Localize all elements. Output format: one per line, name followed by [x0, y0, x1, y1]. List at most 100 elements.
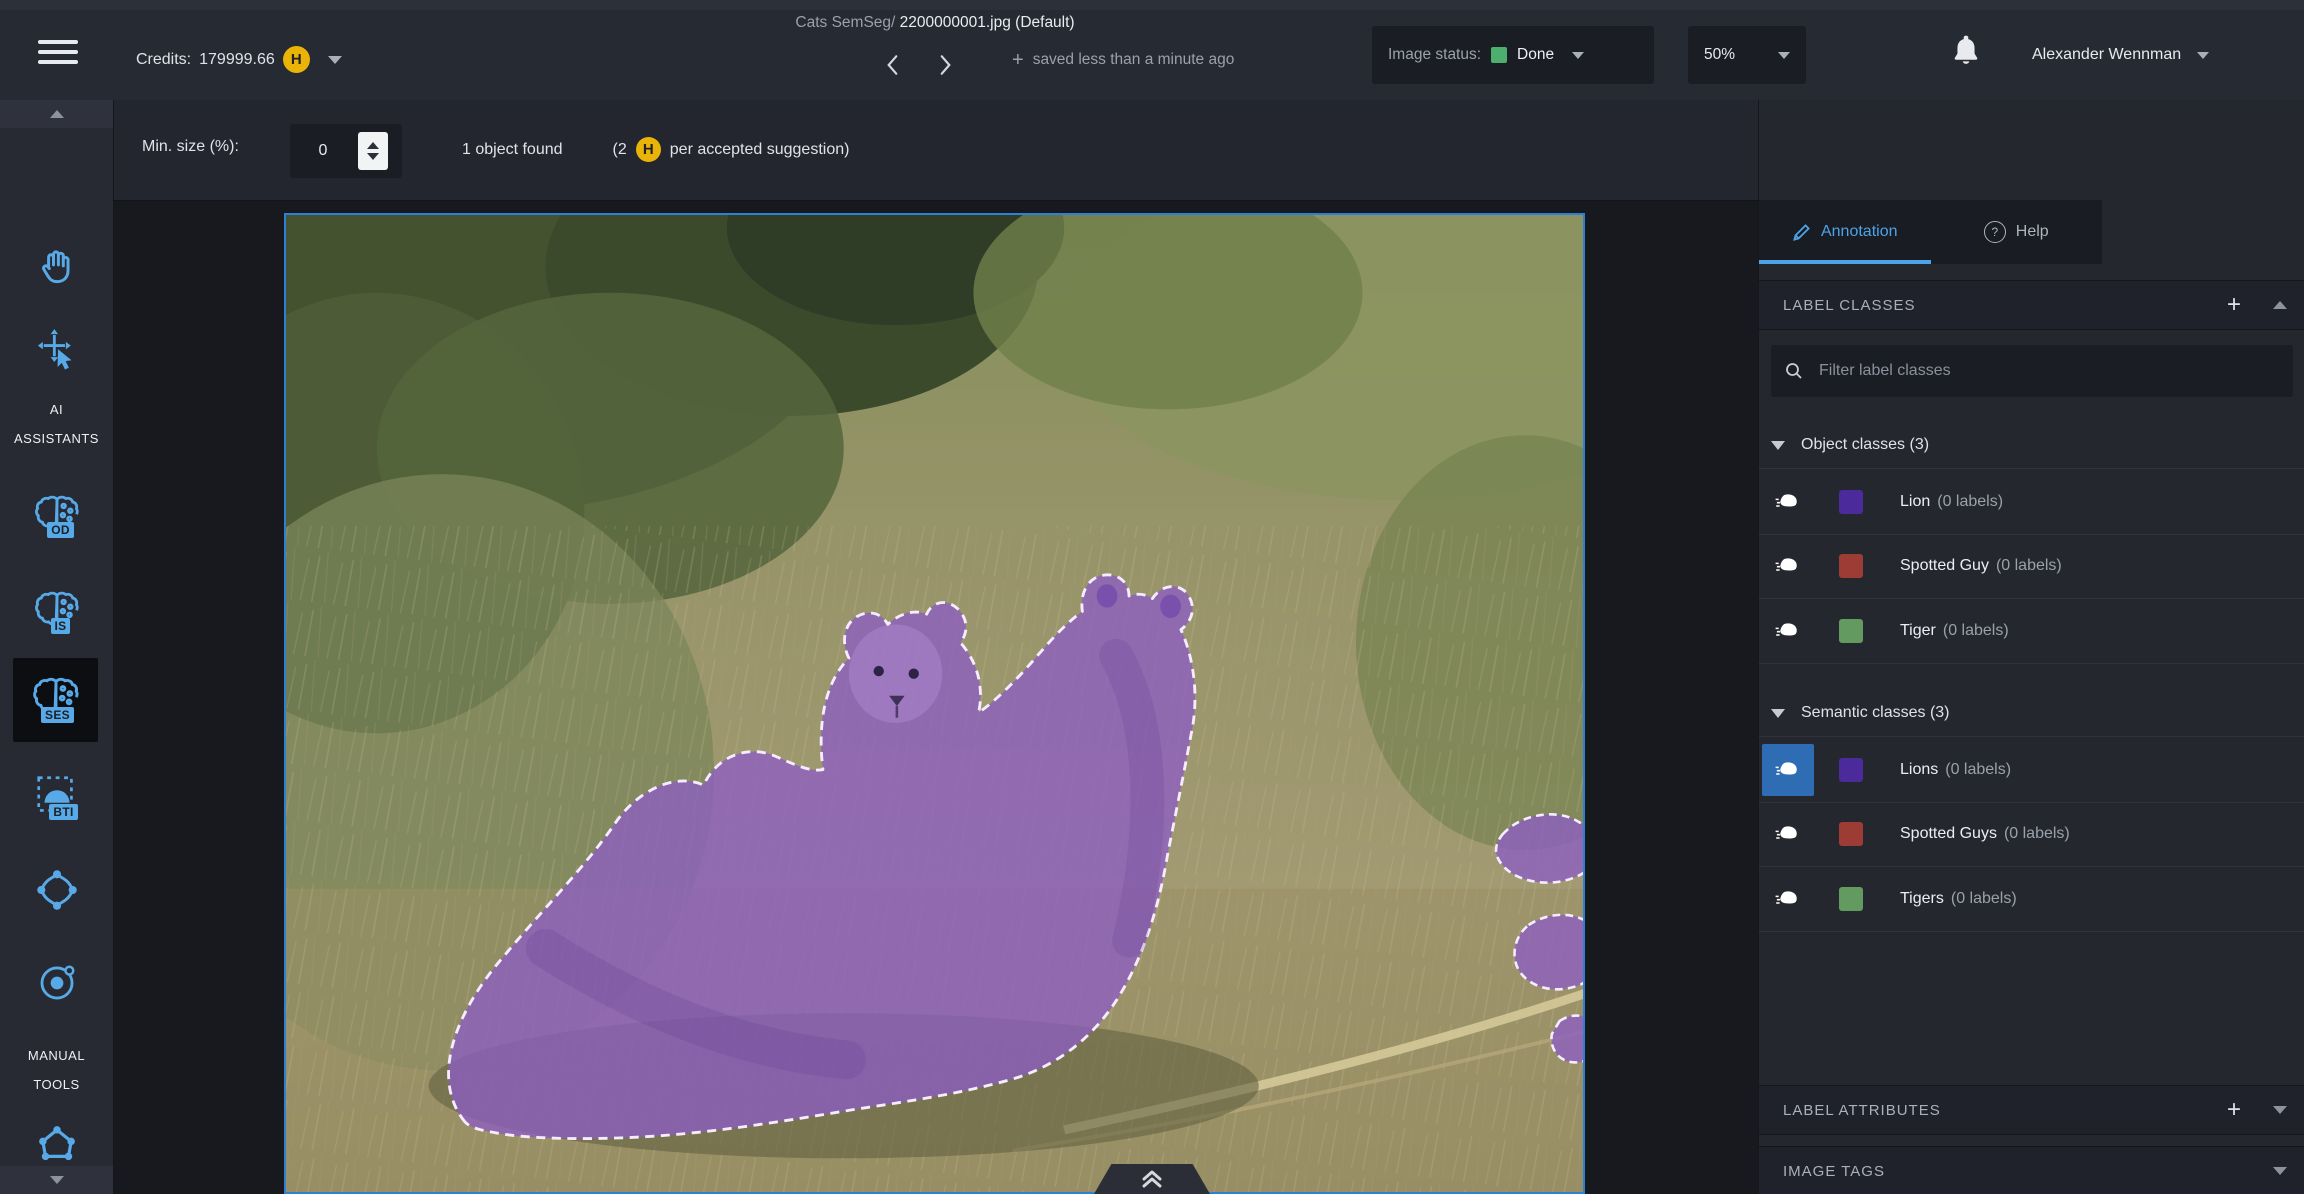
visibility-toggle[interactable]	[1762, 605, 1814, 657]
class-color-swatch	[1839, 554, 1863, 578]
ses-badge: SES	[41, 707, 74, 723]
collapse-down-icon[interactable]	[2273, 1106, 2287, 1114]
class-color-swatch	[1839, 822, 1863, 846]
credits-value: 179999.66	[199, 51, 275, 69]
tool-ai-object-detection[interactable]: OD	[0, 488, 113, 546]
sidebar-scroll-down-button[interactable]	[0, 1166, 113, 1194]
filter-label-classes-input[interactable]	[1817, 361, 2279, 381]
notifications-bell-button[interactable]	[1948, 32, 1984, 74]
triangle-up-icon	[50, 110, 64, 118]
search-icon	[1785, 362, 1803, 380]
min-size-input[interactable]	[290, 141, 356, 161]
project-name: Cats SemSeg/	[795, 14, 895, 31]
hamburger-menu-button[interactable]	[38, 40, 78, 70]
hand-icon	[36, 246, 78, 290]
class-name: Spotted Guys	[1900, 825, 1997, 843]
chevron-down-icon	[328, 56, 342, 64]
image-tags-title: IMAGE TAGS	[1783, 1163, 2249, 1180]
tool-ai-semantic-segmentation-active[interactable]: SES	[13, 658, 98, 742]
label-classes-title: LABEL CLASSES	[1783, 297, 2219, 314]
class-name: Tigers	[1900, 890, 1944, 908]
stepper-up-icon	[367, 142, 379, 149]
visibility-toggle-active[interactable]	[1762, 744, 1814, 796]
class-color-swatch	[1839, 490, 1863, 514]
annotation-app: Credits: 179999.66 H Cats SemSeg/ 220000…	[0, 0, 2304, 1194]
suggestion-summary: 1 object found (2 H per accepted suggest…	[462, 137, 849, 162]
chevron-down-icon	[2197, 52, 2209, 59]
class-name: Lions	[1900, 761, 1938, 779]
zoom-level-dropdown[interactable]: 50%	[1688, 26, 1806, 84]
semantic-classes-group-label: Semantic classes (3)	[1801, 704, 1950, 722]
class-row-spotted-guy[interactable]: Spotted Guy (0 labels)	[1759, 533, 2304, 599]
min-size-stepper[interactable]	[358, 132, 388, 170]
visibility-toggle[interactable]	[1762, 808, 1814, 860]
triangle-down-icon	[50, 1176, 64, 1184]
class-row-tiger[interactable]: Tiger (0 labels)	[1759, 598, 2304, 664]
tool-sidebar: AI ASSISTANTS OD IS SES	[0, 100, 114, 1194]
class-row-lions-active[interactable]: Lions (0 labels)	[1759, 736, 2304, 803]
panel-tabs: Annotation ? Help	[1759, 200, 2102, 264]
class-color-swatch	[1839, 619, 1863, 643]
cost-prefix: (2	[613, 141, 627, 159]
image-tags-header: IMAGE TAGS	[1759, 1146, 2304, 1194]
atom-circle-icon	[34, 960, 80, 1006]
visibility-toggle[interactable]	[1762, 540, 1814, 592]
tool-move-select[interactable]	[0, 322, 113, 378]
tab-annotation[interactable]: Annotation	[1759, 200, 1931, 264]
semantic-classes-group-header[interactable]: Semantic classes (3)	[1759, 690, 2304, 736]
tool-pan-hand[interactable]	[0, 242, 113, 294]
label-attributes-header: LABEL ATTRIBUTES +	[1759, 1085, 2304, 1135]
move-cursor-icon	[34, 326, 80, 374]
class-row-lion[interactable]: Lion (0 labels)	[1759, 468, 2304, 535]
tool-contour[interactable]	[0, 862, 113, 918]
class-row-spotted-guys[interactable]: Spotted Guys (0 labels)	[1759, 801, 2304, 867]
tab-help[interactable]: ? Help	[1931, 200, 2103, 264]
annotated-photo	[286, 215, 1583, 1192]
collapse-down-icon[interactable]	[2273, 1167, 2287, 1175]
user-name: Alexander Wennman	[2032, 46, 2181, 64]
ai-assistants-label: AI	[0, 402, 113, 417]
visibility-toggle[interactable]	[1762, 873, 1814, 925]
image-title: Cats SemSeg/ 2200000001.jpg (Default)	[795, 14, 1074, 32]
chevron-down-icon	[1572, 52, 1584, 59]
user-menu[interactable]: Alexander Wennman	[2032, 46, 2209, 64]
image-status-dropdown[interactable]: Image status: Done	[1372, 26, 1654, 84]
od-badge: OD	[47, 522, 74, 538]
class-label-count: (0 labels)	[1937, 493, 2003, 511]
credits-label: Credits:	[136, 51, 191, 69]
ai-assistants-label-2: ASSISTANTS	[0, 431, 113, 446]
sidebar-scroll-up-button[interactable]	[0, 100, 113, 128]
previous-image-button[interactable]	[880, 52, 906, 78]
cloud-eye-icon	[1775, 557, 1801, 574]
class-row-tigers[interactable]: Tigers (0 labels)	[1759, 866, 2304, 932]
label-classes-header: LABEL CLASSES +	[1759, 280, 2304, 330]
image-canvas[interactable]	[284, 213, 1585, 1194]
next-image-button[interactable]	[932, 52, 958, 78]
stepper-down-icon	[367, 153, 379, 160]
object-classes-group-header[interactable]: Object classes (3)	[1759, 422, 2304, 468]
tool-box-to-instance[interactable]: BTI	[0, 766, 113, 826]
image-status-value: Done	[1517, 46, 1554, 64]
triangle-down-icon	[1771, 709, 1785, 718]
class-name: Lion	[1900, 493, 1930, 511]
tool-atom[interactable]	[0, 956, 113, 1010]
polygon-icon	[34, 1122, 80, 1166]
image-status-label: Image status:	[1388, 46, 1481, 64]
status-color-square	[1491, 47, 1507, 63]
save-status: + saved less than a minute ago	[1012, 50, 1234, 70]
active-tab-underline	[1759, 260, 1931, 264]
collapse-up-icon[interactable]	[2273, 301, 2287, 309]
hasty-coin-icon: H	[636, 137, 661, 162]
triangle-down-icon	[1771, 441, 1785, 450]
hasty-coin-icon: H	[283, 46, 310, 73]
bottom-panel-expand-tab[interactable]	[1094, 1164, 1210, 1194]
visibility-toggle[interactable]	[1762, 476, 1814, 528]
add-label-attribute-button[interactable]: +	[2219, 1098, 2249, 1122]
right-panel: Annotation ? Help LABEL CLASSES + Object…	[1758, 100, 2304, 1194]
tool-polygon[interactable]	[0, 1118, 113, 1170]
add-label-class-button[interactable]: +	[2219, 293, 2249, 317]
tool-ai-instance-segmentation[interactable]: IS	[0, 584, 113, 642]
class-name: Spotted Guy	[1900, 557, 1989, 575]
credits-dropdown[interactable]: Credits: 179999.66 H	[136, 46, 342, 73]
cloud-eye-icon	[1775, 761, 1801, 778]
